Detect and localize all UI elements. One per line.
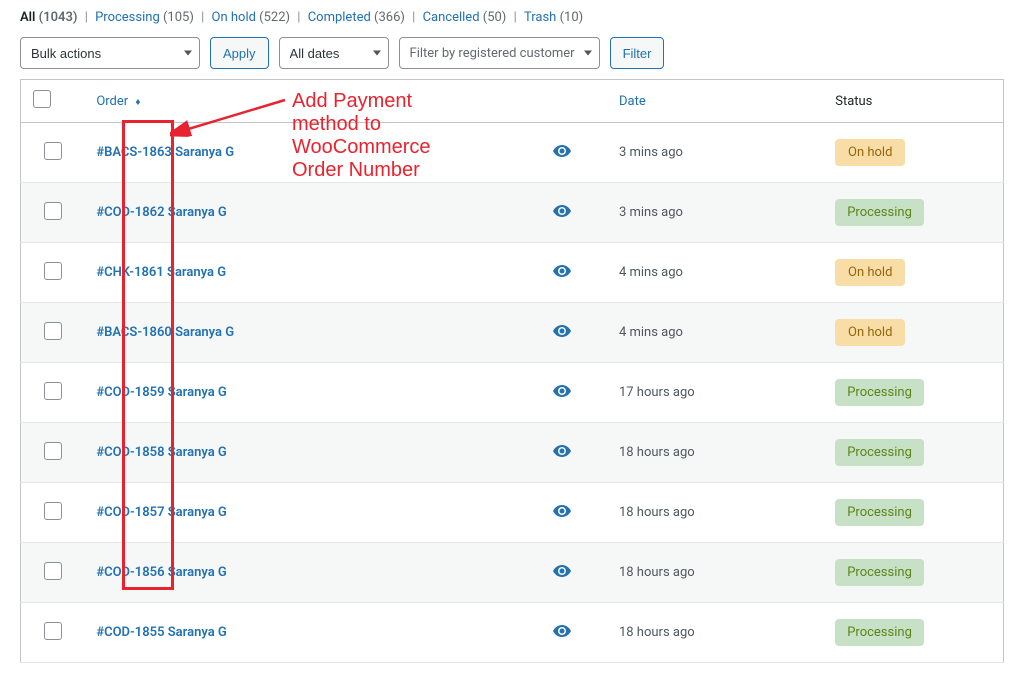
filter-tab-all[interactable]: All (1043) <box>20 10 77 25</box>
table-row[interactable]: #BACS-1863 Saranya G 3 mins ago On hold <box>21 123 1004 183</box>
preview-eye-icon[interactable] <box>553 566 571 581</box>
order-date: 18 hours ago <box>607 483 823 543</box>
row-checkbox[interactable] <box>44 262 62 280</box>
apply-button[interactable]: Apply <box>210 37 269 69</box>
orders-toolbar: Bulk actions Apply All dates Filter by r… <box>20 37 1004 69</box>
order-column-header[interactable]: Order ♦ <box>84 80 517 123</box>
preview-eye-icon[interactable] <box>553 266 571 281</box>
table-row[interactable]: #COD-1856 Saranya G 18 hours ago Processin… <box>21 543 1004 603</box>
order-link[interactable]: #CHK-1861 Saranya G <box>96 265 226 280</box>
order-link[interactable]: #COD-1858 Saranya G <box>96 445 226 460</box>
order-link[interactable]: #COD-1857 Saranya G <box>96 505 226 520</box>
order-link[interactable]: #BACS-1863 Saranya G <box>96 145 234 160</box>
table-row[interactable]: #CHK-1861 Saranya G 4 mins ago On hold <box>21 243 1004 303</box>
status-badge[interactable]: Processing <box>835 379 924 406</box>
order-link[interactable]: #COD-1855 Saranya G <box>96 625 226 640</box>
preview-eye-icon[interactable] <box>553 206 571 221</box>
status-badge[interactable]: Processing <box>835 559 924 586</box>
filter-tab-cancelled[interactable]: Cancelled (50) <box>423 10 507 25</box>
order-date: 4 mins ago <box>607 243 823 303</box>
order-date: 4 mins ago <box>607 303 823 363</box>
preview-eye-icon[interactable] <box>553 146 571 161</box>
status-badge[interactable]: Processing <box>835 499 924 526</box>
status-filter-tabs: All (1043) | Processing (105) | On hold … <box>20 10 1004 25</box>
table-row[interactable]: #COD-1857 Saranya G 18 hours ago Processin… <box>21 483 1004 543</box>
status-badge[interactable]: Processing <box>835 439 924 466</box>
order-date: 18 hours ago <box>607 543 823 603</box>
row-checkbox[interactable] <box>44 322 62 340</box>
row-checkbox[interactable] <box>44 622 62 640</box>
table-row[interactable]: #BACS-1860 Saranya G 4 mins ago On hold <box>21 303 1004 363</box>
order-date: 3 mins ago <box>607 183 823 243</box>
order-link[interactable]: #COD-1856 Saranya G <box>96 565 226 580</box>
filter-button[interactable]: Filter <box>610 37 665 69</box>
sort-icon: ♦ <box>135 98 140 108</box>
date-column-header[interactable]: Date <box>607 80 823 123</box>
row-checkbox[interactable] <box>44 382 62 400</box>
table-row[interactable]: #COD-1858 Saranya G 18 hours ago Processin… <box>21 423 1004 483</box>
preview-eye-icon[interactable] <box>553 446 571 461</box>
status-column-header[interactable]: Status <box>823 80 1003 123</box>
preview-column-header <box>517 80 607 123</box>
order-link[interactable]: #BACS-1860 Saranya G <box>96 325 234 340</box>
status-badge[interactable]: On hold <box>835 139 905 166</box>
filter-tab-on-hold[interactable]: On hold (522) <box>212 10 291 25</box>
row-checkbox[interactable] <box>44 202 62 220</box>
table-row[interactable]: #COD-1859 Saranya G 17 hours ago Processin… <box>21 363 1004 423</box>
row-checkbox[interactable] <box>44 142 62 160</box>
row-checkbox[interactable] <box>44 442 62 460</box>
order-date: 18 hours ago <box>607 423 823 483</box>
preview-eye-icon[interactable] <box>553 386 571 401</box>
filter-tab-processing[interactable]: Processing (105) <box>95 10 194 25</box>
select-all-checkbox[interactable] <box>33 90 51 108</box>
order-link[interactable]: #COD-1859 Saranya G <box>96 385 226 400</box>
bulk-actions-select[interactable]: Bulk actions <box>20 37 200 69</box>
filter-tab-trash[interactable]: Trash (10) <box>524 10 583 25</box>
order-date: 18 hours ago <box>607 603 823 663</box>
filter-tab-count: (366) <box>374 10 405 25</box>
status-badge[interactable]: On hold <box>835 319 905 346</box>
orders-table: Order ♦ Date Status #BACS-1863 Saranya G… <box>20 79 1004 663</box>
order-link[interactable]: #COD-1862 Saranya G <box>96 205 226 220</box>
row-checkbox[interactable] <box>44 502 62 520</box>
filter-tab-completed[interactable]: Completed (366) <box>308 10 405 25</box>
filter-tab-count: (105) <box>163 10 194 25</box>
preview-eye-icon[interactable] <box>553 506 571 521</box>
filter-tab-count: (50) <box>483 10 507 25</box>
status-badge[interactable]: Processing <box>835 619 924 646</box>
preview-eye-icon[interactable] <box>553 326 571 341</box>
select-all-header <box>21 80 85 123</box>
filter-tab-count: (1043) <box>39 10 78 25</box>
status-badge[interactable]: Processing <box>835 199 924 226</box>
status-badge[interactable]: On hold <box>835 259 905 286</box>
filter-tab-count: (522) <box>259 10 290 25</box>
order-date: 3 mins ago <box>607 123 823 183</box>
date-filter-select[interactable]: All dates <box>279 37 389 69</box>
preview-eye-icon[interactable] <box>553 626 571 641</box>
table-row[interactable]: #COD-1855 Saranya G 18 hours ago Processin… <box>21 603 1004 663</box>
table-row[interactable]: #COD-1862 Saranya G 3 mins ago Processing <box>21 183 1004 243</box>
row-checkbox[interactable] <box>44 562 62 580</box>
order-date: 17 hours ago <box>607 363 823 423</box>
customer-filter-select[interactable]: Filter by registered customer <box>399 37 600 69</box>
filter-tab-count: (10) <box>560 10 584 25</box>
